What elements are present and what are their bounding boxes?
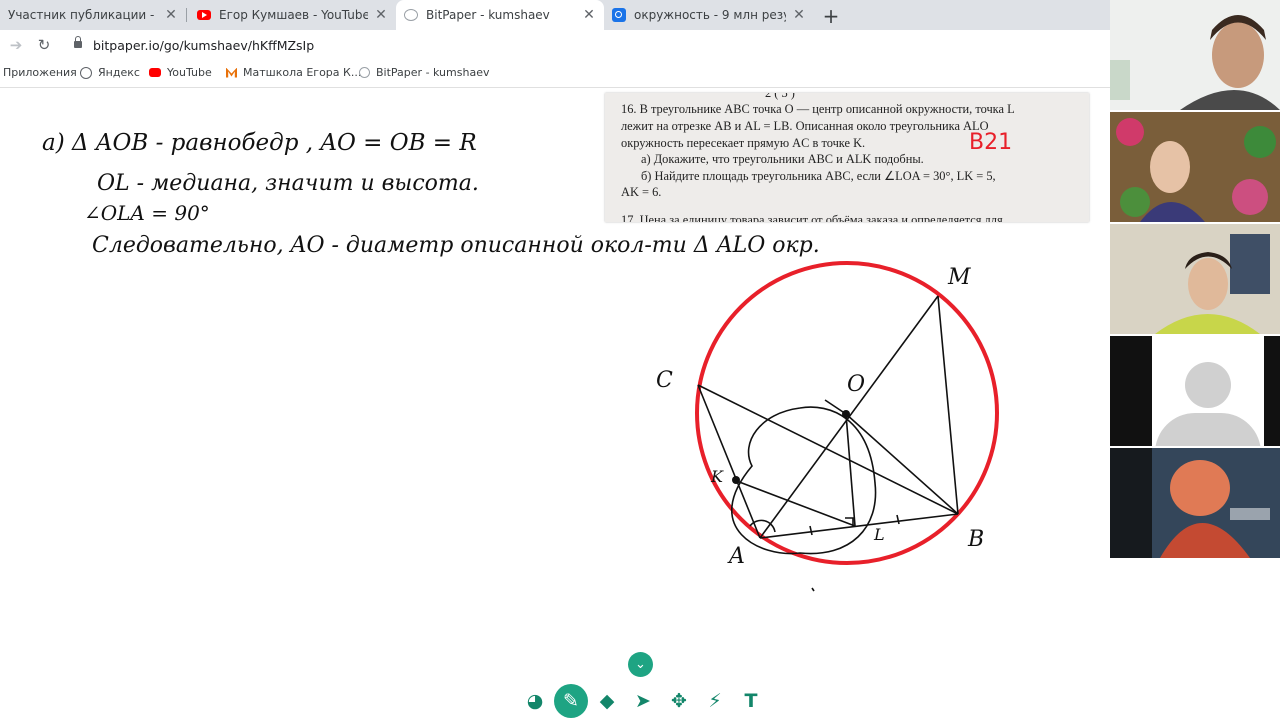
youtube-icon	[149, 68, 161, 77]
segment-MB	[937, 295, 959, 515]
bookmark-label: Яндекс	[98, 66, 140, 79]
tab-bitpaper[interactable]: BitPaper - kumshaev ✕	[396, 0, 604, 30]
tab-separator	[186, 8, 187, 22]
m-logo-icon	[226, 67, 237, 78]
stray-dot	[811, 587, 815, 592]
youtube-icon	[197, 10, 211, 20]
label-A: A	[727, 544, 745, 569]
tab-youtube[interactable]: Егор Кумшаев - YouTube ✕	[189, 0, 396, 30]
participant-video	[1110, 448, 1280, 558]
bookmark-bitpaper[interactable]: BitPaper - kumshaev	[359, 66, 489, 79]
new-tab-button[interactable]: +	[820, 4, 842, 28]
tab-title: окружность - 9 млн результатов	[634, 8, 786, 22]
pan-icon[interactable]: ✥	[662, 684, 696, 718]
tab-zoom[interactable]: Участник публикации - Zoom ✕	[0, 0, 186, 30]
label-L: L	[873, 525, 885, 544]
problem-text-line: окружность пересекает прямую AC в точке …	[621, 136, 866, 150]
info-icon	[404, 9, 418, 21]
point-O	[842, 410, 850, 418]
text-tool-icon[interactable]: T	[734, 684, 768, 718]
drawing-toolbar: ◕ ✎ ◆ ➤ ✥ ⚡ T	[518, 684, 770, 718]
handwritten-stamp: B21	[969, 130, 1013, 155]
globe-icon	[80, 66, 92, 79]
bookmark-apps[interactable]: Приложения	[3, 66, 77, 79]
tick-LB	[896, 514, 900, 525]
segment-OB	[845, 413, 959, 515]
close-icon[interactable]: ✕	[374, 7, 388, 23]
tab-search[interactable]: окружность - 9 млн результатов ✕	[604, 0, 814, 30]
bookmark-label: Приложения	[3, 66, 77, 79]
video-tile-participant-3[interactable]	[1110, 224, 1280, 334]
reload-icon[interactable]: ↻	[34, 36, 54, 54]
bookmarks-bar: Приложения Яндекс YouTube Матшкола Егора…	[0, 61, 1110, 88]
search-icon	[612, 8, 626, 22]
close-icon[interactable]: ✕	[582, 7, 596, 23]
textbook-excerpt: 2 ( 3 ) 16. В треугольнике ABC точка O —…	[605, 93, 1089, 222]
problem-text-line: 17. Цена за единицу товара зависит от об…	[621, 213, 1003, 222]
bookmark-matshkola[interactable]: Матшкола Егора К...	[226, 66, 361, 79]
problem-text-line: AK = 6.	[621, 185, 662, 199]
segment-OL	[845, 413, 856, 527]
problem-text-line: б) Найдите площадь треугольника ABC, есл…	[641, 169, 996, 183]
tab-title: Егор Кумшаев - YouTube	[219, 8, 368, 22]
problem-text-line: лежит на отрезке AB и AL = LB. Описанная…	[621, 119, 989, 133]
bookmark-youtube[interactable]: YouTube	[149, 66, 212, 79]
avatar-body	[1155, 413, 1261, 446]
tab-title: BitPaper - kumshaev	[426, 8, 550, 22]
video-tile-host[interactable]	[1110, 0, 1280, 110]
close-icon[interactable]: ✕	[792, 7, 806, 23]
select-icon[interactable]: ➤	[626, 684, 660, 718]
segment-AB	[759, 513, 959, 539]
collapse-toolbar-button[interactable]: ⌄	[628, 652, 653, 677]
problem-text-line: 16. В треугольнике ABC точка O — центр о…	[621, 102, 1015, 116]
info-icon	[359, 67, 370, 78]
bookmark-yandex[interactable]: Яндекс	[80, 66, 140, 79]
label-O: O	[847, 372, 865, 397]
segment-CB	[697, 384, 959, 515]
tick-AL	[809, 525, 813, 536]
palette-icon[interactable]: ◕	[518, 684, 552, 718]
participant-video	[1110, 224, 1280, 334]
forward-icon[interactable]: ➔	[6, 36, 26, 54]
eraser-icon[interactable]: ◆	[590, 684, 624, 718]
label-C: C	[656, 368, 673, 393]
video-participants-panel	[1110, 0, 1280, 560]
video-tile-participant-4[interactable]	[1110, 336, 1280, 446]
avatar-background	[1152, 336, 1264, 446]
laser-icon[interactable]: ⚡	[698, 684, 732, 718]
bookmark-label: BitPaper - kumshaev	[376, 66, 490, 79]
problem-text-line: а) Докажите, что треугольники ABC и ALK …	[641, 152, 924, 166]
video-tile-participant-2[interactable]	[1110, 112, 1280, 222]
bookmark-label: Матшкола Егора К...	[243, 66, 362, 79]
label-B: B	[967, 527, 984, 552]
close-icon[interactable]: ✕	[164, 7, 178, 23]
bookmark-label: YouTube	[167, 66, 212, 79]
label-K: K	[710, 467, 724, 486]
label-M: M	[947, 265, 971, 290]
avatar-icon	[1185, 362, 1231, 408]
video-tile-participant-5[interactable]	[1110, 448, 1280, 558]
participant-video	[1110, 0, 1280, 110]
url-field[interactable]: bitpaper.io/go/kumshaev/hKffMZsIp	[93, 38, 314, 53]
participant-video	[1110, 112, 1280, 222]
address-toolbar: ➔ ↻ bitpaper.io/go/kumshaev/hKffMZsIp	[0, 30, 1110, 61]
pen-icon[interactable]: ✎	[554, 684, 588, 718]
tab-title: Участник публикации - Zoom	[8, 8, 158, 22]
tab-strip: Участник публикации - Zoom ✕ Егор Кумшае…	[0, 0, 1110, 30]
point-K	[732, 476, 740, 484]
lock-icon[interactable]	[74, 36, 82, 48]
